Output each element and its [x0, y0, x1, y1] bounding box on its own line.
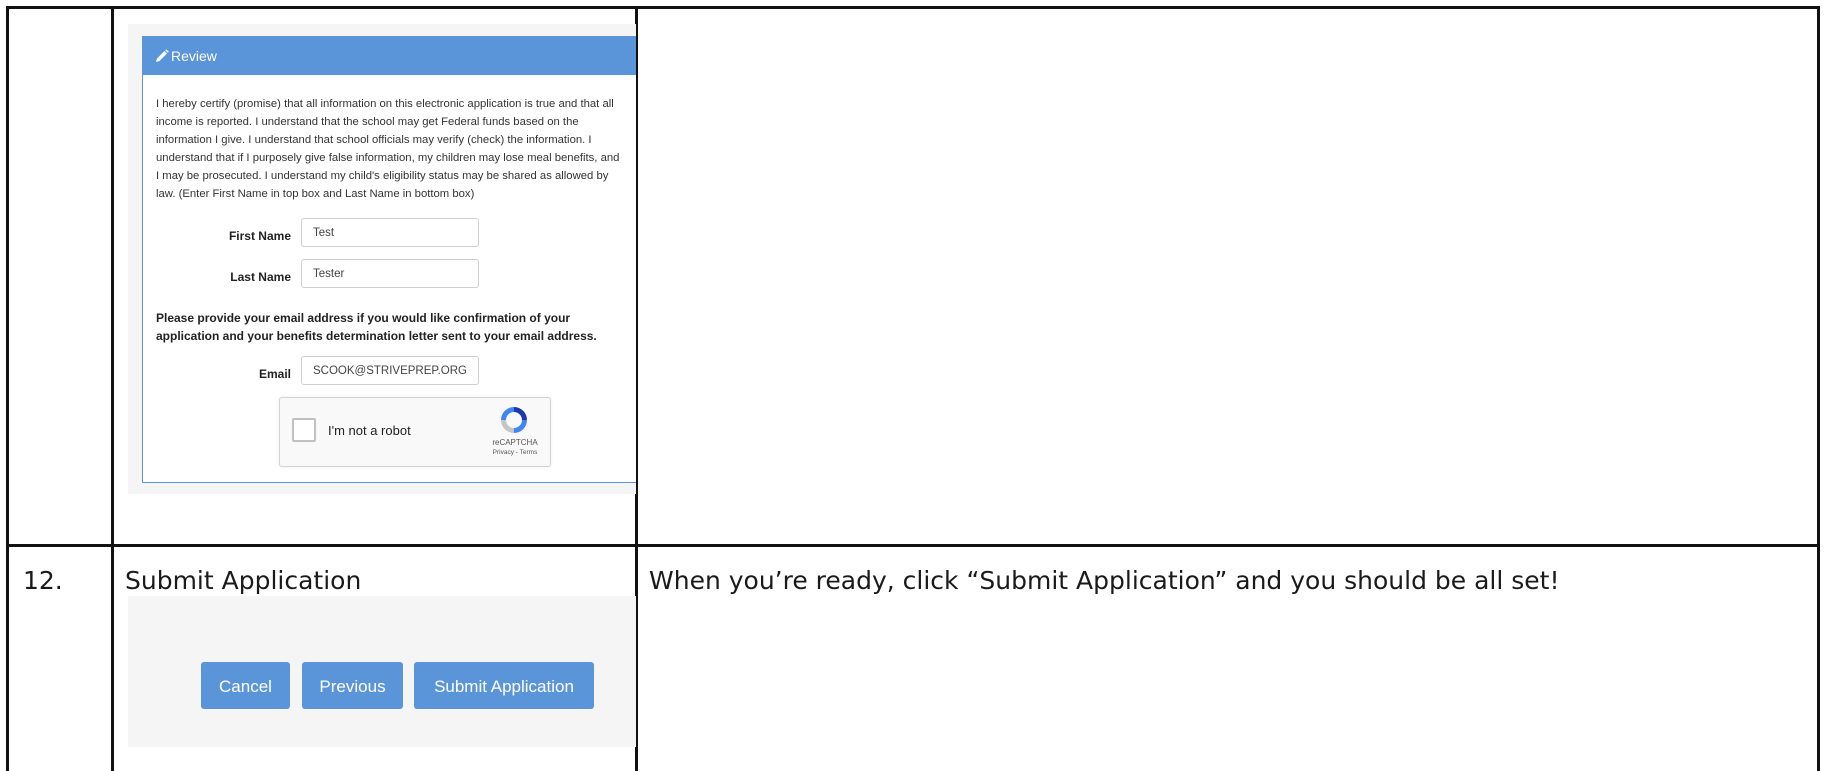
step-title: Submit Application: [125, 566, 362, 595]
review-screenshot: Review I hereby certify (promise) that a…: [128, 24, 636, 494]
column-divider-1: [111, 6, 114, 771]
pencil-icon: [156, 49, 169, 62]
certification-text: I hereby certify (promise) that all info…: [156, 98, 620, 200]
step-instruction: When you’re ready, click “Submit Applica…: [649, 566, 1560, 595]
step-number: 12.: [23, 566, 63, 595]
row-divider: [6, 544, 1820, 547]
email-label: Email: [258, 367, 291, 381]
table-border-left: [6, 6, 9, 771]
recaptcha-label: I'm not a robot: [328, 423, 411, 438]
first-name-field[interactable]: Test: [301, 218, 479, 247]
review-header: Review: [143, 37, 636, 75]
previous-button[interactable]: Previous: [302, 662, 403, 709]
review-panel: Review I hereby certify (promise) that a…: [142, 36, 636, 483]
recaptcha-links[interactable]: Privacy - Terms: [480, 449, 550, 456]
submit-application-button[interactable]: Submit Application: [414, 662, 594, 709]
submit-screenshot: Cancel Previous Submit Application: [128, 596, 636, 747]
email-note: Please provide your email address if you…: [156, 311, 597, 343]
recaptcha-widget: I'm not a robot reCAPTCHA Privacy - Term…: [279, 397, 551, 467]
table-border-top: [6, 6, 1820, 9]
table-border-right: [1817, 6, 1820, 771]
cancel-button[interactable]: Cancel: [201, 662, 290, 709]
recaptcha-logo-icon: [501, 407, 527, 433]
last-name-field[interactable]: Tester: [301, 259, 479, 288]
email-field[interactable]: SCOOK@STRIVEPREP.ORG: [301, 356, 479, 385]
recaptcha-brand: reCAPTCHA: [492, 438, 538, 447]
last-name-label: Last Name: [230, 270, 291, 284]
review-title: Review: [171, 48, 217, 64]
first-name-label: First Name: [228, 229, 291, 243]
recaptcha-checkbox[interactable]: [292, 418, 316, 442]
